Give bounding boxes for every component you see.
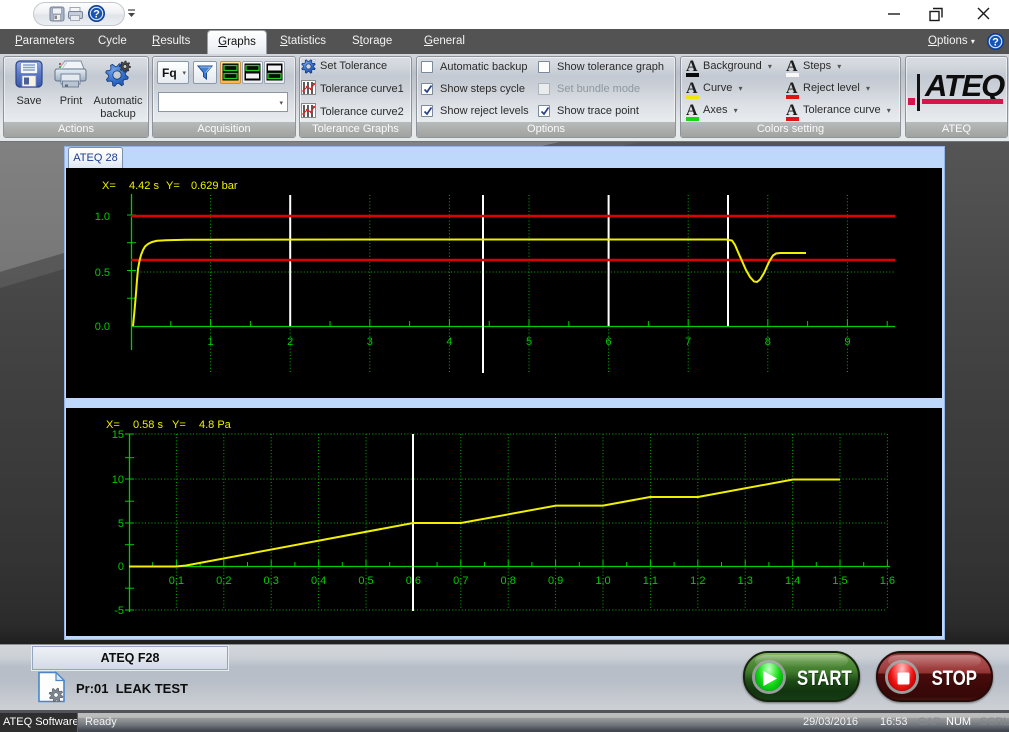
svg-text:1;5: 1;5 [832, 575, 847, 587]
svg-text:8: 8 [765, 336, 771, 348]
svg-text:0.5: 0.5 [95, 267, 110, 279]
svg-text:STOP: STOP [932, 667, 978, 690]
svg-text:5: 5 [526, 336, 532, 348]
svg-text:0.629 bar: 0.629 bar [191, 180, 238, 192]
svg-text:2: 2 [287, 336, 293, 348]
svg-text:1: 1 [208, 336, 214, 348]
svg-text:1.0: 1.0 [95, 211, 110, 223]
svg-text:0.58 s: 0.58 s [133, 419, 163, 431]
svg-text:0;7: 0;7 [453, 575, 468, 587]
svg-text:1;1: 1;1 [643, 575, 658, 587]
svg-text:X=: X= [102, 180, 116, 192]
svg-text:0;9: 0;9 [548, 575, 563, 587]
svg-text:0;2: 0;2 [216, 575, 231, 587]
svg-text:1;0: 1;0 [595, 575, 610, 587]
svg-text:1;6: 1;6 [880, 575, 895, 587]
svg-text:?: ? [992, 37, 999, 49]
svg-text:10: 10 [112, 474, 124, 486]
svg-text:7: 7 [685, 336, 691, 348]
svg-text:9: 9 [844, 336, 850, 348]
svg-text:4: 4 [446, 336, 452, 348]
svg-text:Y=: Y= [172, 419, 186, 431]
svg-text:-5: -5 [114, 605, 124, 617]
svg-text:0;8: 0;8 [501, 575, 516, 587]
svg-text:1;4: 1;4 [785, 575, 800, 587]
svg-text:X=: X= [106, 419, 120, 431]
svg-text:0;1: 0;1 [169, 575, 184, 587]
svg-text:START: START [797, 667, 852, 690]
svg-text:4.8 Pa: 4.8 Pa [199, 419, 232, 431]
svg-text:?: ? [93, 9, 100, 21]
svg-text:3: 3 [367, 336, 373, 348]
svg-text:0;3: 0;3 [264, 575, 279, 587]
svg-text:0;5: 0;5 [358, 575, 373, 587]
svg-text:Y=: Y= [166, 180, 180, 192]
svg-text:6: 6 [606, 336, 612, 348]
svg-text:5: 5 [118, 518, 124, 530]
svg-text:0;4: 0;4 [311, 575, 326, 587]
svg-text:0.0: 0.0 [95, 321, 110, 333]
svg-text:0: 0 [118, 561, 124, 573]
svg-text:ATEQ: ATEQ [924, 70, 1005, 102]
svg-text:1;3: 1;3 [738, 575, 753, 587]
svg-text:1;2: 1;2 [690, 575, 705, 587]
svg-text:4.42 s: 4.42 s [129, 180, 159, 192]
